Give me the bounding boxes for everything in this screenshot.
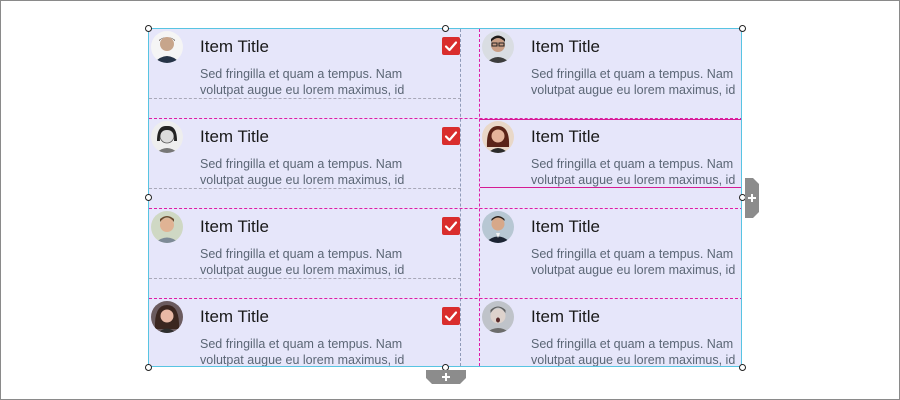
item-description: Sed fringilla et quam a tempus. Nam volu… <box>531 156 741 188</box>
item-description-line: volutpat augue eu lorem maximus, id <box>200 83 405 97</box>
young-man-avatar <box>151 211 183 243</box>
item-description-line: volutpat augue eu lorem maximus, id <box>531 353 736 367</box>
checkmark-icon <box>444 221 458 232</box>
woman-redhair-avatar <box>482 121 514 153</box>
list-item[interactable]: Item Title Sed fringilla et quam a tempu… <box>480 119 741 209</box>
item-description: Sed fringilla et quam a tempus. Nam volu… <box>200 66 430 98</box>
item-title: Item Title <box>200 307 269 326</box>
resize-handle-bottom-left[interactable] <box>145 364 152 371</box>
item-description: Sed fringilla et quam a tempus. Nam volu… <box>531 336 741 367</box>
item-description-line: Sed fringilla et quam a tempus. Nam <box>200 67 403 81</box>
item-title: Item Title <box>200 217 269 236</box>
design-canvas: Item Title Sed fringilla et quam a tempu… <box>0 0 900 400</box>
item-title: Item Title <box>531 127 600 146</box>
item-description: Sed fringilla et quam a tempus. Nam volu… <box>200 156 430 188</box>
item-checkbox[interactable] <box>442 127 460 145</box>
item-description-line: Sed fringilla et quam a tempus. Nam <box>200 337 403 351</box>
man-glasses-avatar <box>482 31 514 63</box>
man-suit-avatar <box>482 211 514 243</box>
resize-handle-top[interactable] <box>442 25 449 32</box>
item-description-line: volutpat augue eu lorem maximus, id <box>200 173 405 187</box>
resize-handle-top-right[interactable] <box>739 25 746 32</box>
add-row-button[interactable] <box>426 370 466 384</box>
list-item[interactable]: Item Title Sed fringilla et quam a tempu… <box>480 299 741 367</box>
checkmark-icon <box>444 131 458 142</box>
item-title: Item Title <box>200 37 269 56</box>
man-surprised-avatar <box>482 301 514 333</box>
item-checkbox[interactable] <box>442 217 460 235</box>
list-item[interactable]: Item Title Sed fringilla et quam a tempu… <box>149 299 461 367</box>
item-description-line: Sed fringilla et quam a tempus. Nam <box>531 157 734 171</box>
list-item[interactable]: Item Title Sed fringilla et quam a tempu… <box>480 29 741 119</box>
item-description: Sed fringilla et quam a tempus. Nam volu… <box>200 246 430 278</box>
item-description-line: volutpat augue eu lorem maximus, id <box>531 263 736 277</box>
add-column-button[interactable] <box>745 178 759 218</box>
item-title: Item Title <box>200 127 269 146</box>
resize-handle-top-left[interactable] <box>145 25 152 32</box>
item-description-line: Sed fringilla et quam a tempus. Nam <box>200 247 403 261</box>
woman-sketch-avatar <box>151 121 183 153</box>
item-description-line: volutpat augue eu lorem maximus, id <box>531 83 736 97</box>
item-title: Item Title <box>531 37 600 56</box>
list-item[interactable]: Item Title Sed fringilla et quam a tempu… <box>480 209 741 299</box>
item-checkbox[interactable] <box>442 37 460 55</box>
list-item[interactable]: Item Title Sed fringilla et quam a tempu… <box>149 119 461 209</box>
item-description-line: Sed fringilla et quam a tempus. Nam <box>200 157 403 171</box>
woman-curly-avatar <box>151 301 183 333</box>
item-description-line: Sed fringilla et quam a tempus. Nam <box>531 247 734 261</box>
item-description-line: volutpat augue eu lorem maximus, id <box>531 173 736 187</box>
item-description: Sed fringilla et quam a tempus. Nam volu… <box>200 336 430 367</box>
checkmark-icon <box>444 41 458 52</box>
item-description-line: volutpat augue eu lorem maximus, id <box>200 353 405 367</box>
item-description-line: volutpat augue eu lorem maximus, id <box>200 263 405 277</box>
man-portrait-avatar <box>151 31 183 63</box>
item-description: Sed fringilla et quam a tempus. Nam volu… <box>531 246 741 278</box>
item-title: Item Title <box>531 307 600 326</box>
item-title: Item Title <box>531 217 600 236</box>
item-description-line: Sed fringilla et quam a tempus. Nam <box>531 67 734 81</box>
list-view[interactable]: Item Title Sed fringilla et quam a tempu… <box>148 28 742 367</box>
item-description-line: Sed fringilla et quam a tempus. Nam <box>531 337 734 351</box>
resize-handle-bottom-right[interactable] <box>739 364 746 371</box>
checkmark-icon <box>444 311 458 322</box>
item-description: Sed fringilla et quam a tempus. Nam volu… <box>531 66 741 98</box>
list-item[interactable]: Item Title Sed fringilla et quam a tempu… <box>149 209 461 299</box>
resize-handle-left[interactable] <box>145 194 152 201</box>
list-item[interactable]: Item Title Sed fringilla et quam a tempu… <box>149 29 461 119</box>
item-checkbox[interactable] <box>442 307 460 325</box>
